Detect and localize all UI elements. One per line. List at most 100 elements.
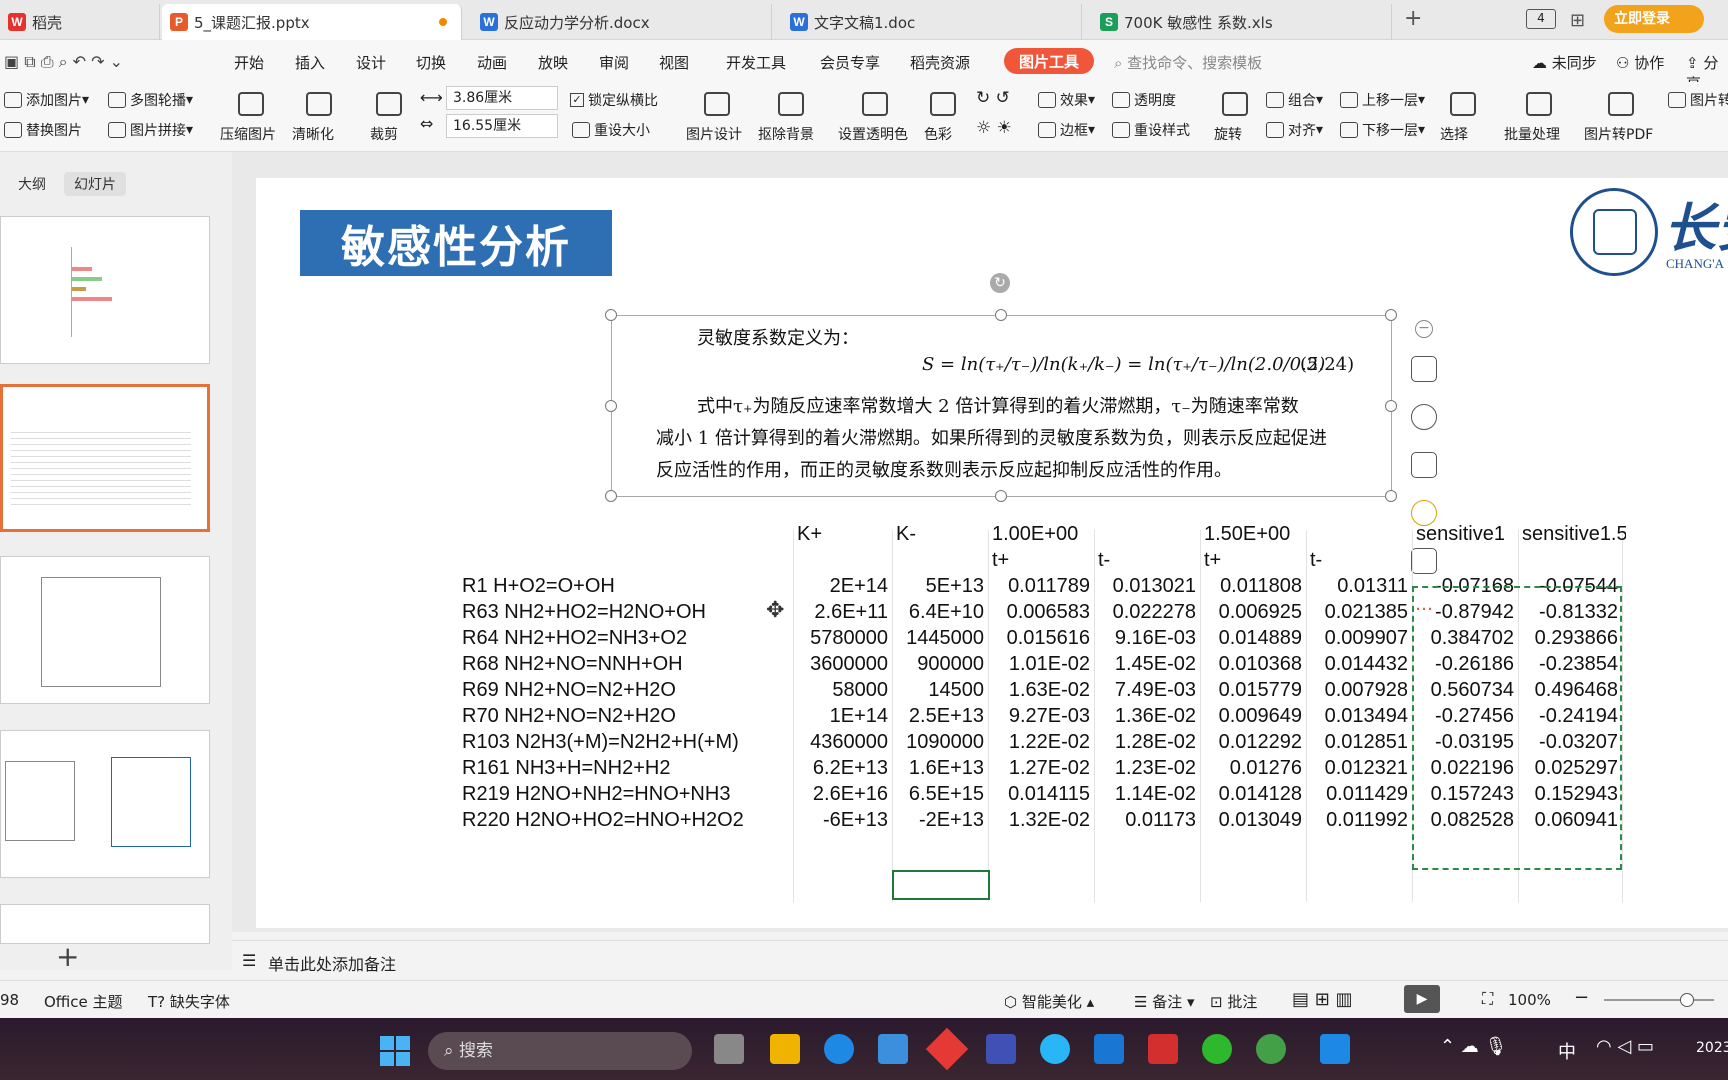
menu-review[interactable]: 审阅 bbox=[599, 52, 629, 73]
table-header-cell[interactable] bbox=[1310, 520, 1416, 548]
table-value-cell[interactable]: 9.16E-03 bbox=[1094, 624, 1200, 652]
table-value-cell[interactable]: 1.14E-02 bbox=[1094, 780, 1200, 808]
remove-bg-button[interactable]: 抠除背景 bbox=[758, 124, 814, 144]
table-value-cell[interactable]: 1.23E-02 bbox=[1094, 754, 1200, 782]
ime-indicator[interactable]: 中 bbox=[1558, 1038, 1576, 1064]
table-header-cell[interactable]: 1.00E+00 bbox=[992, 520, 1098, 548]
lock-ratio-checkbox[interactable]: ✓ 锁定纵横比 bbox=[570, 90, 658, 110]
menu-developer[interactable]: 开发工具 bbox=[726, 52, 786, 73]
reaction-name-cell[interactable]: R219 H2NO+NH2=HNO+NH3 bbox=[462, 780, 797, 808]
batch-process-button[interactable]: 批量处理 bbox=[1504, 124, 1560, 144]
menu-insert[interactable]: 插入 bbox=[295, 52, 325, 73]
menu-design[interactable]: 设计 bbox=[356, 52, 386, 73]
table-value-cell[interactable]: 2E+14 bbox=[793, 572, 892, 600]
table-value-cell[interactable]: 0.01276 bbox=[1200, 754, 1306, 782]
effects-button[interactable]: 效果 ▾ bbox=[1038, 90, 1095, 110]
table-value-cell[interactable]: 0.011789 bbox=[988, 572, 1094, 600]
align-button[interactable]: 对齐 ▾ bbox=[1266, 120, 1323, 140]
rotate-handle-icon[interactable]: ↻ bbox=[990, 273, 1010, 293]
table-value-cell[interactable]: 6.4E+10 bbox=[892, 598, 988, 626]
resize-handle[interactable] bbox=[605, 400, 617, 412]
zoom-slider-thumb[interactable] bbox=[1680, 993, 1694, 1007]
menu-animation[interactable]: 动画 bbox=[477, 52, 507, 73]
taskbar-search[interactable]: ⌕ 搜索 bbox=[428, 1032, 692, 1070]
transparency-button[interactable]: 透明度 bbox=[1112, 90, 1176, 110]
table-header-cell[interactable] bbox=[462, 520, 797, 548]
table-subheader-cell[interactable]: t+ bbox=[992, 546, 1098, 574]
reaction-name-cell[interactable]: R63 NH2+HO2=H2NO+OH bbox=[462, 598, 797, 626]
login-button[interactable]: 立即登录 bbox=[1604, 5, 1704, 33]
zoom-icon[interactable] bbox=[1411, 404, 1437, 430]
image-to-pdf-button[interactable]: 图片转PDF bbox=[1584, 124, 1653, 144]
table-subheader-cell[interactable]: t- bbox=[1310, 546, 1416, 574]
table-value-cell[interactable]: 0.011808 bbox=[1200, 572, 1306, 600]
table-subheader-cell[interactable] bbox=[797, 546, 896, 574]
table-value-cell[interactable]: 0.013021 bbox=[1094, 572, 1200, 600]
windows-start-icon[interactable] bbox=[380, 1036, 410, 1066]
menu-slideshow[interactable]: 放映 bbox=[538, 52, 568, 73]
table-header-cell[interactable]: K- bbox=[896, 520, 992, 548]
height-field[interactable]: 3.86厘米 bbox=[446, 86, 558, 110]
slide-thumbnail[interactable] bbox=[0, 730, 210, 878]
layers-icon[interactable] bbox=[1411, 356, 1437, 382]
tab-docer[interactable]: W 稻壳 bbox=[0, 4, 160, 40]
slide-thumbnail-selected[interactable] bbox=[0, 384, 210, 532]
fit-window-icon[interactable]: ⛶ bbox=[1482, 989, 1493, 1009]
tab-outline[interactable]: 大纲 bbox=[8, 172, 56, 196]
grid-icon[interactable]: ⊞ bbox=[1570, 10, 1585, 31]
table-value-cell[interactable]: 0.013049 bbox=[1200, 806, 1306, 834]
send-backward-button[interactable]: 下移一层 ▾ bbox=[1340, 120, 1425, 140]
table-value-cell[interactable]: 0.015779 bbox=[1200, 676, 1306, 704]
table-value-cell[interactable]: 0.013494 bbox=[1306, 702, 1412, 730]
app-icon[interactable] bbox=[1320, 1034, 1350, 1064]
slide-thumbnail[interactable] bbox=[0, 556, 210, 704]
table-header-cell[interactable]: sensitive1.5 bbox=[1522, 520, 1626, 548]
table-subheader-cell[interactable]: t+ bbox=[1204, 546, 1310, 574]
store-icon[interactable] bbox=[878, 1034, 908, 1064]
table-value-cell[interactable]: 0.011429 bbox=[1306, 780, 1412, 808]
wps-icon[interactable] bbox=[1148, 1034, 1178, 1064]
set-transparent-button[interactable]: 设置透明色 bbox=[838, 124, 908, 144]
menu-picture-tools[interactable]: 图片工具 bbox=[1004, 48, 1094, 74]
table-value-cell[interactable]: 2.6E+16 bbox=[793, 780, 892, 808]
table-value-cell[interactable]: 5780000 bbox=[793, 624, 892, 652]
crop-button[interactable]: 裁剪 bbox=[370, 124, 398, 144]
reaction-name-cell[interactable]: R1 H+O2=O+OH bbox=[462, 572, 797, 600]
table-value-cell[interactable]: 0.021385 bbox=[1306, 598, 1412, 626]
brightness-icons[interactable]: ↻ ↺ bbox=[976, 88, 1010, 108]
table-value-cell[interactable]: 2.5E+13 bbox=[892, 702, 988, 730]
table-value-cell[interactable]: 1.27E-02 bbox=[988, 754, 1094, 782]
resize-handle[interactable] bbox=[605, 309, 617, 321]
table-value-cell[interactable]: 3600000 bbox=[793, 650, 892, 678]
table-value-cell[interactable]: 5E+13 bbox=[892, 572, 988, 600]
table-value-cell[interactable]: 1.6E+13 bbox=[892, 754, 988, 782]
table-value-cell[interactable]: 6.2E+13 bbox=[793, 754, 892, 782]
zoom-level[interactable]: 100% bbox=[1508, 991, 1551, 1009]
resize-handle[interactable] bbox=[1385, 309, 1397, 321]
wechat-icon[interactable] bbox=[1202, 1034, 1232, 1064]
table-value-cell[interactable]: 900000 bbox=[892, 650, 988, 678]
reset-style-button[interactable]: 重设样式 bbox=[1112, 120, 1190, 140]
table-subheader-cell[interactable] bbox=[462, 546, 797, 574]
table-value-cell[interactable]: 1E+14 bbox=[793, 702, 892, 730]
table-value-cell[interactable]: 1.63E-02 bbox=[988, 676, 1094, 704]
app-icon[interactable] bbox=[986, 1034, 1016, 1064]
table-subheader-cell[interactable]: t- bbox=[1098, 546, 1204, 574]
add-slide-icon[interactable]: + bbox=[56, 940, 79, 973]
table-value-cell[interactable]: 0.012292 bbox=[1200, 728, 1306, 756]
tab-doc[interactable]: W 文字文稿1.doc bbox=[782, 4, 1082, 40]
slide-title[interactable]: 敏感性分析 bbox=[300, 210, 612, 276]
reaction-name-cell[interactable]: R64 NH2+HO2=NH3+O2 bbox=[462, 624, 797, 652]
active-cell[interactable] bbox=[892, 870, 990, 900]
table-subheader-cell[interactable] bbox=[896, 546, 992, 574]
color-button[interactable]: 色彩 bbox=[924, 124, 952, 144]
browser-icon[interactable] bbox=[1040, 1034, 1070, 1064]
table-value-cell[interactable]: 0.014115 bbox=[988, 780, 1094, 808]
table-value-cell[interactable]: 6.5E+15 bbox=[892, 780, 988, 808]
table-value-cell[interactable]: 0.014889 bbox=[1200, 624, 1306, 652]
resize-handle[interactable] bbox=[1385, 400, 1397, 412]
dingtalk-icon[interactable] bbox=[1094, 1034, 1124, 1064]
width-field[interactable]: 16.55厘米 bbox=[446, 114, 558, 138]
carousel-button[interactable]: 多图轮播 ▾ bbox=[108, 90, 193, 110]
selected-picture-equation[interactable]: 灵敏度系数定义为： S = ln(τ₊/τ₋)/ln(k₊/k₋) = ln(τ… bbox=[605, 309, 1397, 502]
